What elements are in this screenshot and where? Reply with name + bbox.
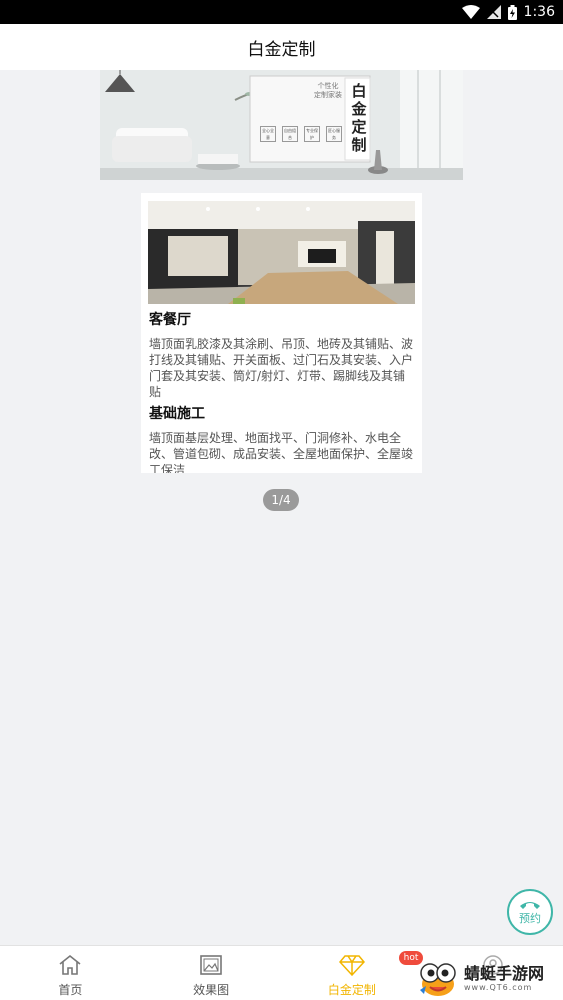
section-title: 客餐厅 bbox=[149, 312, 191, 328]
watermark-title: 蜻蜓手游网 bbox=[464, 964, 545, 983]
page-indicator: 1/4 bbox=[263, 489, 299, 511]
phone-icon bbox=[520, 901, 540, 909]
banner-illustration bbox=[100, 70, 463, 180]
banner-title-char: 金 bbox=[351, 100, 367, 118]
home-icon bbox=[57, 952, 83, 978]
tab-renderings[interactable]: 效果图 bbox=[141, 946, 282, 1000]
watermark: 蜻蜓手游网 www.QT6.com bbox=[416, 958, 563, 1000]
signal-icon bbox=[486, 5, 501, 19]
mascot-logo-icon bbox=[420, 963, 456, 996]
section-text: 墙顶面基层处理、地面找平、门洞修补、水电全改、管道包砌、成品安装、全屋地面保护、… bbox=[149, 431, 414, 473]
watermark-text: 蜻蜓手游网 www.QT6.com bbox=[464, 965, 544, 993]
banner-feature-tag: 自由组合 bbox=[282, 126, 298, 142]
reserve-label: 预约 bbox=[519, 911, 541, 925]
banner-title-char: 定 bbox=[351, 118, 367, 136]
tab-home[interactable]: 首页 bbox=[0, 946, 141, 1000]
banner-tagline-line: 定制家装 bbox=[314, 91, 342, 99]
banner-feature-tag: 匠心服务 bbox=[326, 126, 342, 142]
living-room-photo bbox=[148, 201, 415, 304]
package-card[interactable]: 客餐厅 墙顶面乳胶漆及其涂刷、吊顶、地砖及其铺贴、波打线及其铺贴、开关面板、过门… bbox=[141, 193, 422, 473]
tab-label: 首页 bbox=[58, 983, 83, 997]
status-bar: 1:36 bbox=[0, 0, 563, 24]
banner-feature-tags: 全心全意 自由组合 专业保护 匠心服务 bbox=[260, 126, 342, 142]
section-text: 墙顶面乳胶漆及其涂刷、吊顶、地砖及其铺贴、波打线及其铺贴、开关面板、过门石及其安… bbox=[149, 337, 414, 399]
banner-title-char: 白 bbox=[351, 82, 367, 100]
banner-tagline: 个性化 定制家装 bbox=[314, 82, 342, 100]
diamond-icon bbox=[338, 952, 365, 978]
image-icon bbox=[198, 952, 224, 978]
tab-label: 效果图 bbox=[193, 983, 230, 997]
tab-label: 白金定制 bbox=[327, 983, 376, 997]
banner-tagline-line: 个性化 bbox=[317, 82, 339, 90]
status-time: 1:36 bbox=[523, 4, 555, 20]
section-title: 基础施工 bbox=[149, 406, 205, 422]
wifi-icon bbox=[461, 5, 480, 19]
banner-title-char: 制 bbox=[351, 136, 367, 154]
battery-icon bbox=[507, 4, 517, 20]
watermark-url: www.QT6.com bbox=[464, 983, 533, 992]
banner-vertical-title: 白 金 定 制 bbox=[348, 82, 370, 154]
reserve-button[interactable]: 预约 bbox=[507, 889, 553, 935]
page-title: 白金定制 bbox=[247, 39, 316, 60]
banner-image[interactable]: 白 金 定 制 个性化 定制家装 全心全意 自由组合 专业保护 匠心服务 bbox=[100, 70, 463, 180]
card-body: 客餐厅 墙顶面乳胶漆及其涂刷、吊顶、地砖及其铺贴、波打线及其铺贴、开关面板、过门… bbox=[149, 310, 415, 473]
title-bar: 白金定制 bbox=[0, 24, 563, 70]
banner-feature-tag: 全心全意 bbox=[260, 126, 276, 142]
status-icons: 1:36 bbox=[461, 3, 555, 21]
banner-feature-tag: 专业保护 bbox=[304, 126, 320, 142]
